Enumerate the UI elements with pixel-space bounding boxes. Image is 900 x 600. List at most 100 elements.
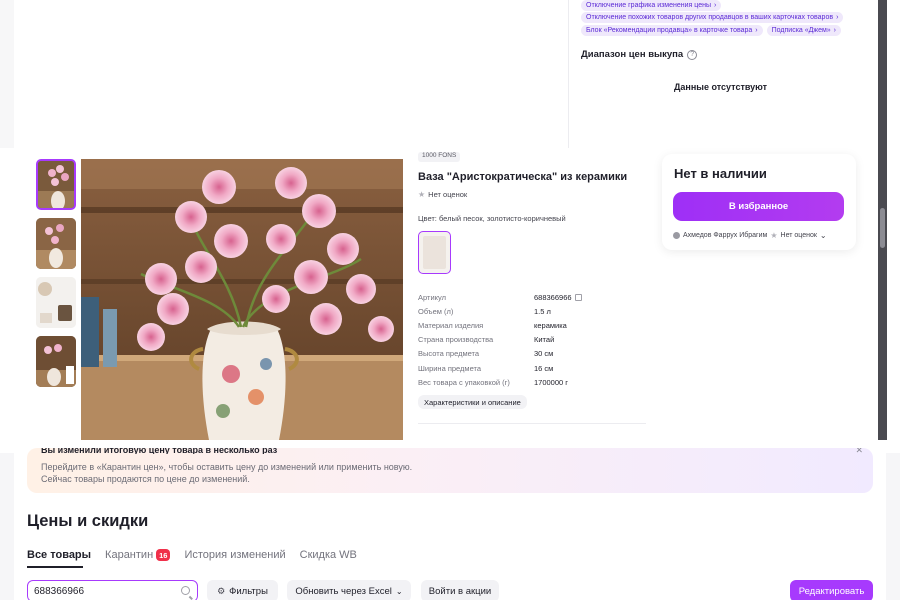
top-scrollbar[interactable] xyxy=(878,0,887,148)
thumbnail-2[interactable] xyxy=(36,218,76,269)
product-scrollbar[interactable] xyxy=(878,148,887,440)
filters-label: Фильтры xyxy=(229,585,268,597)
excel-update-button[interactable]: Обновить через Excel ⌄ xyxy=(287,580,411,600)
tag-price-chart[interactable]: Отключение графика изменения цены › xyxy=(581,0,722,11)
top-left-margin xyxy=(0,0,14,148)
product-main-photo[interactable] xyxy=(81,159,403,440)
article-number: 688366966 xyxy=(534,292,572,302)
product-color: Цвет: белый песок, золотисто-коричневый xyxy=(418,214,566,223)
thumbnail-1[interactable] xyxy=(36,159,76,210)
spec-row: Материал изделия керамика xyxy=(418,318,648,332)
price-range-label: Диапазон цен выкупа xyxy=(581,49,684,60)
search-field[interactable] xyxy=(27,580,198,600)
count-badge: 16 xyxy=(156,549,171,561)
spec-key: Артикул xyxy=(418,292,446,302)
thumbnail-3[interactable] xyxy=(36,277,76,328)
spec-value: 16 см xyxy=(534,363,554,373)
spec-key: Объем (л) xyxy=(418,306,454,316)
star-icon: ★ xyxy=(770,231,778,240)
spec-key: Вес товара с упаковкой (г) xyxy=(418,377,510,387)
stock-status: Нет в наличии xyxy=(674,166,767,181)
scrollbar-thumb[interactable] xyxy=(880,208,885,248)
swatch-image xyxy=(423,236,446,269)
star-icon: ★ xyxy=(418,190,426,199)
tag-label: Отключение графика изменения цены xyxy=(586,2,712,9)
tag-row-2: Отключение похожих товаров других продав… xyxy=(581,12,844,23)
spec-row: Высота предмета 30 см xyxy=(418,347,648,361)
tag-similar-products[interactable]: Отключение похожих товаров других продав… xyxy=(581,12,844,23)
spec-row: Страна производства Китай xyxy=(418,333,648,347)
spec-value: керамика xyxy=(534,320,567,330)
tag-label: Подписка «Джем» xyxy=(771,27,831,34)
vase-detail-thumbnail-image xyxy=(36,277,76,328)
edit-button[interactable]: Редактировать xyxy=(790,580,873,600)
spec-key: Высота предмета xyxy=(418,349,480,359)
tag-label: Отключение похожих товаров других продав… xyxy=(586,14,834,21)
chevron-right-icon: › xyxy=(836,14,839,21)
join-promos-button[interactable]: Войти в акции xyxy=(421,580,499,600)
tab-wb-discount[interactable]: Скидка WB xyxy=(300,549,357,561)
top-content-blank xyxy=(14,0,568,148)
divider xyxy=(418,423,646,424)
spec-row: Артикул 688366966 xyxy=(418,290,648,304)
buy-card: Нет в наличии В избранное Ахмедов Фаррух… xyxy=(662,154,856,250)
chevron-right-icon: › xyxy=(833,27,837,34)
spec-row: Вес товара с упаковкой (г) 1700000 г xyxy=(418,375,648,389)
seller-name[interactable]: Ахмедов Фаррух Ибрагим xyxy=(683,232,767,239)
seller-rating: Нет оценок xyxy=(780,232,817,239)
screenshot-root: Отключение графика изменения цены › Отклю… xyxy=(0,0,900,600)
search-icon[interactable] xyxy=(181,586,190,595)
promos-label: Войти в акции xyxy=(428,585,492,597)
close-icon[interactable]: ✕ xyxy=(855,448,863,454)
add-to-favorites-button[interactable]: В избранное xyxy=(673,192,844,221)
filter-icon: ⚙ xyxy=(217,585,226,596)
orchid-thumbnail-image xyxy=(36,218,76,269)
spec-key: Материал изделия xyxy=(418,320,484,330)
chevron-right-icon: › xyxy=(755,27,758,34)
tab-label: Скидка WB xyxy=(299,549,357,561)
color-swatch[interactable] xyxy=(418,231,451,274)
tab-all-products[interactable]: Все товары xyxy=(27,549,91,561)
product-rating: ★ Нет оценок xyxy=(418,190,467,199)
price-range-title: Диапазон цен выкупа ? xyxy=(581,49,698,60)
page-title: Цены и скидки xyxy=(27,512,149,530)
tab-label: Все товары xyxy=(27,549,92,561)
chevron-down-icon[interactable]: ⌄ xyxy=(820,231,827,240)
tab-history[interactable]: История изменений xyxy=(184,549,285,561)
thumbnail-list xyxy=(36,159,78,395)
notice-title: Вы изменили итоговую цену товара в неско… xyxy=(41,448,278,454)
seller-info: Ахмедов Фаррух Ибрагим ★ Нет оценок ⌄ xyxy=(673,231,827,240)
spec-value: 1700000 г xyxy=(534,377,569,387)
specs-description-button[interactable]: Характеристики и описание xyxy=(418,395,527,409)
excel-label: Обновить через Excel xyxy=(295,585,392,597)
seller-icon xyxy=(673,232,680,239)
active-tab-indicator xyxy=(27,566,83,568)
tag-jam-subscription[interactable]: Подписка «Джем» › xyxy=(766,25,842,36)
filters-button[interactable]: ⚙ Фильтры xyxy=(207,580,278,600)
tab-label: Карантин xyxy=(105,549,154,561)
tag-seller-recommendations[interactable]: Блок «Рекомендации продавца» в карточке … xyxy=(581,25,763,36)
product-title: Ваза "Аристократическа" из керамики xyxy=(418,171,628,183)
tab-quarantine[interactable]: Карантин 16 xyxy=(105,549,171,561)
spec-key: Ширина предмета xyxy=(418,363,482,373)
search-input[interactable] xyxy=(34,585,174,597)
quarantine-notice: Вы изменили итоговую цену товара в неско… xyxy=(27,448,873,493)
no-data-text: Данные отсутствуют xyxy=(674,82,768,92)
spec-key: Страна производства xyxy=(418,335,494,345)
spec-table: Артикул 688366966 Объем (л) 1.5 л Материа… xyxy=(418,290,648,389)
chevron-right-icon: › xyxy=(714,2,717,9)
tag-label: Блок «Рекомендации продавца» в карточке … xyxy=(586,27,753,34)
brand-tag[interactable]: 1000 FONS xyxy=(418,152,461,162)
tab-bar: Все товары Карантин 16 История изменений … xyxy=(27,549,357,561)
question-icon[interactable]: ? xyxy=(687,49,698,60)
orchid-vase-image xyxy=(81,159,403,440)
toolbar: ⚙ Фильтры Обновить через Excel ⌄ Войти в… xyxy=(27,580,873,600)
spec-row: Ширина предмета 16 см xyxy=(418,361,648,375)
tag-row-3: Блок «Рекомендации продавца» в карточке … xyxy=(581,25,842,36)
thumbnail-4[interactable] xyxy=(36,336,76,387)
spec-value: 30 см xyxy=(534,349,554,359)
copy-icon[interactable] xyxy=(574,293,582,301)
spec-value: 1.5 л xyxy=(534,306,551,316)
tab-label: История изменений xyxy=(184,549,286,561)
spec-value: 688366966 xyxy=(534,293,582,302)
